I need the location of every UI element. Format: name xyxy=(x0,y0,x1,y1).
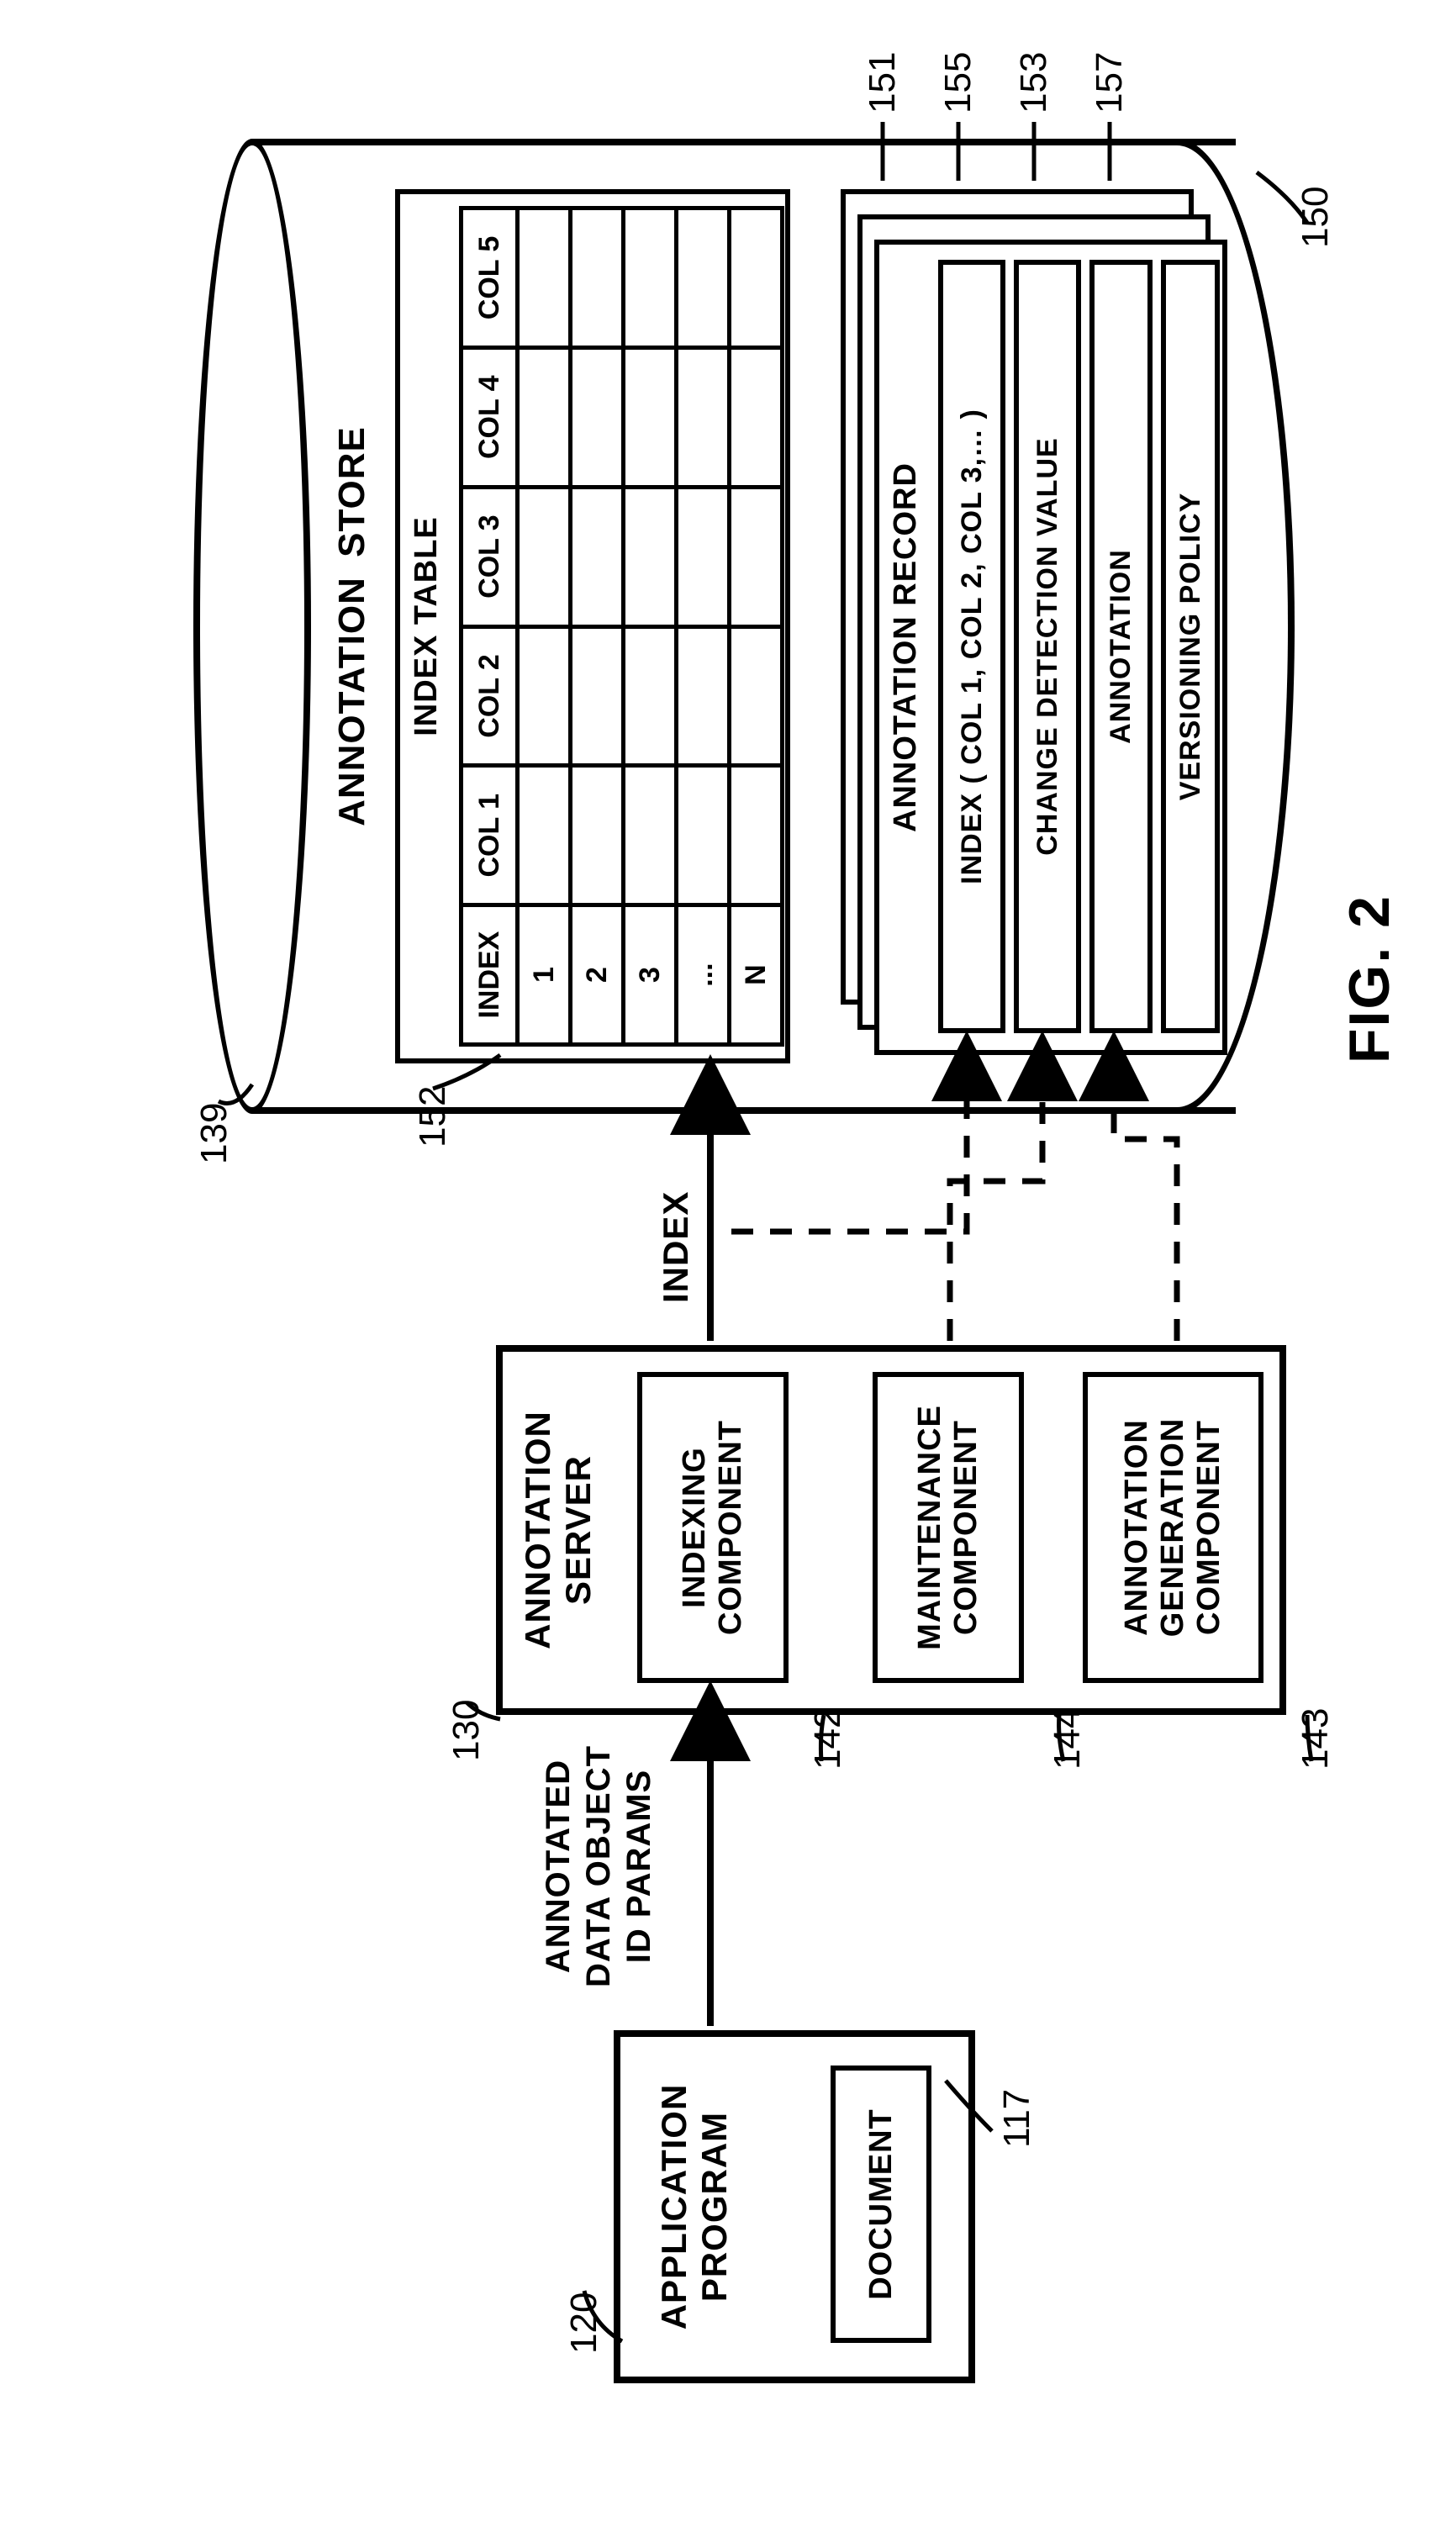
ref-150: 150 xyxy=(1295,187,1337,248)
ref-144: 144 xyxy=(1047,1708,1089,1770)
maintenance-component-box: MAINTENANCE COMPONENT xyxy=(873,1372,1024,1683)
annotation-server-title-text: ANNOTATION SERVER xyxy=(518,1411,598,1649)
arrow-label-annotated-data-object: ANNOTATED DATA OBJECT ID PARAMS xyxy=(538,1728,659,2005)
record-row-change: CHANGE DETECTION VALUE xyxy=(1014,260,1081,1033)
ref-120: 120 xyxy=(563,2292,605,2354)
arrow-label-line3: ID PARAMS xyxy=(619,1728,659,2005)
annotation-store-cylinder-top xyxy=(193,139,311,1114)
ref-117: 117 xyxy=(996,2089,1038,2148)
index-table-header: COL 5 xyxy=(462,208,518,348)
figure-label: FIG. 2 xyxy=(1337,894,1402,1063)
arrow-label-line1: ANNOTATED xyxy=(538,1728,578,2005)
record-row-versioning: VERSIONING POLICY xyxy=(1161,260,1220,1033)
ref-153: 153 xyxy=(1013,52,1055,113)
index-table-header: INDEX xyxy=(462,905,518,1045)
maintenance-component-label: MAINTENANCE COMPONENT xyxy=(912,1382,984,1673)
ref-130: 130 xyxy=(446,1700,488,1761)
application-program-box: APPLICATION PROGRAM DOCUMENT xyxy=(614,2030,975,2383)
index-arrow-label: INDEX xyxy=(656,1191,696,1303)
indexing-component-label: INDEXING COMPONENT xyxy=(677,1382,749,1673)
index-table-title: INDEX TABLE xyxy=(409,194,445,1058)
application-program-title-text: APPLICATION PROGRAM xyxy=(654,2084,734,2330)
indexing-component-box: INDEXING COMPONENT xyxy=(637,1372,789,1683)
record-row-index-label: INDEX ( COL 1, COL 2, COL 3,… ) xyxy=(956,409,989,884)
record-row-change-label: CHANGE DETECTION VALUE xyxy=(1031,437,1064,855)
annotation-store-title: ANNOTATION STORE xyxy=(331,139,373,1114)
ref-142: 142 xyxy=(807,1708,849,1770)
index-cell: 2 xyxy=(571,905,624,1045)
index-table-header: COL 3 xyxy=(462,487,518,626)
ref-139: 139 xyxy=(193,1103,235,1164)
annotation-record-card-front: ANNOTATION RECORD INDEX ( COL 1, COL 2, … xyxy=(874,240,1227,1055)
record-row-annotation: ANNOTATION xyxy=(1089,260,1153,1033)
index-cell: N xyxy=(730,905,783,1045)
document-label: DOCUMENT xyxy=(863,2108,899,2300)
application-program-title: APPLICATION PROGRAM xyxy=(654,2037,735,2377)
index-table-box: INDEX TABLE INDEX COL 1 COL 2 COL 3 COL … xyxy=(395,189,790,1063)
index-cell: 1 xyxy=(518,905,571,1045)
index-table-header: COL 4 xyxy=(462,347,518,487)
ref-157: 157 xyxy=(1089,52,1131,113)
ref-155: 155 xyxy=(937,52,979,113)
ref-151: 151 xyxy=(862,52,904,113)
record-row-index: INDEX ( COL 1, COL 2, COL 3,… ) xyxy=(938,260,1005,1033)
index-cell: ... xyxy=(677,905,730,1045)
annotation-record-title: ANNOTATION RECORD xyxy=(888,245,924,1050)
index-cell: 3 xyxy=(624,905,677,1045)
ref-152: 152 xyxy=(412,1086,454,1148)
annotation-server-box: ANNOTATION SERVER INDEXING COMPONENT MAI… xyxy=(496,1345,1286,1715)
index-table-header: COL 1 xyxy=(462,766,518,905)
index-table-header: COL 2 xyxy=(462,626,518,766)
arrow-label-line2: DATA OBJECT xyxy=(578,1728,619,2005)
generation-component-box: ANNOTATION GENERATION COMPONENT xyxy=(1083,1372,1263,1683)
generation-component-label: ANNOTATION GENERATION COMPONENT xyxy=(1119,1382,1227,1673)
ref-143: 143 xyxy=(1295,1708,1337,1770)
index-table: INDEX COL 1 COL 2 COL 3 COL 4 COL 5 1 2 … xyxy=(459,206,784,1047)
document-box: DOCUMENT xyxy=(831,2066,931,2343)
record-row-annotation-label: ANNOTATION xyxy=(1105,549,1137,744)
record-row-versioning-label: VERSIONING POLICY xyxy=(1174,493,1207,801)
annotation-server-title: ANNOTATION SERVER xyxy=(518,1352,599,1708)
